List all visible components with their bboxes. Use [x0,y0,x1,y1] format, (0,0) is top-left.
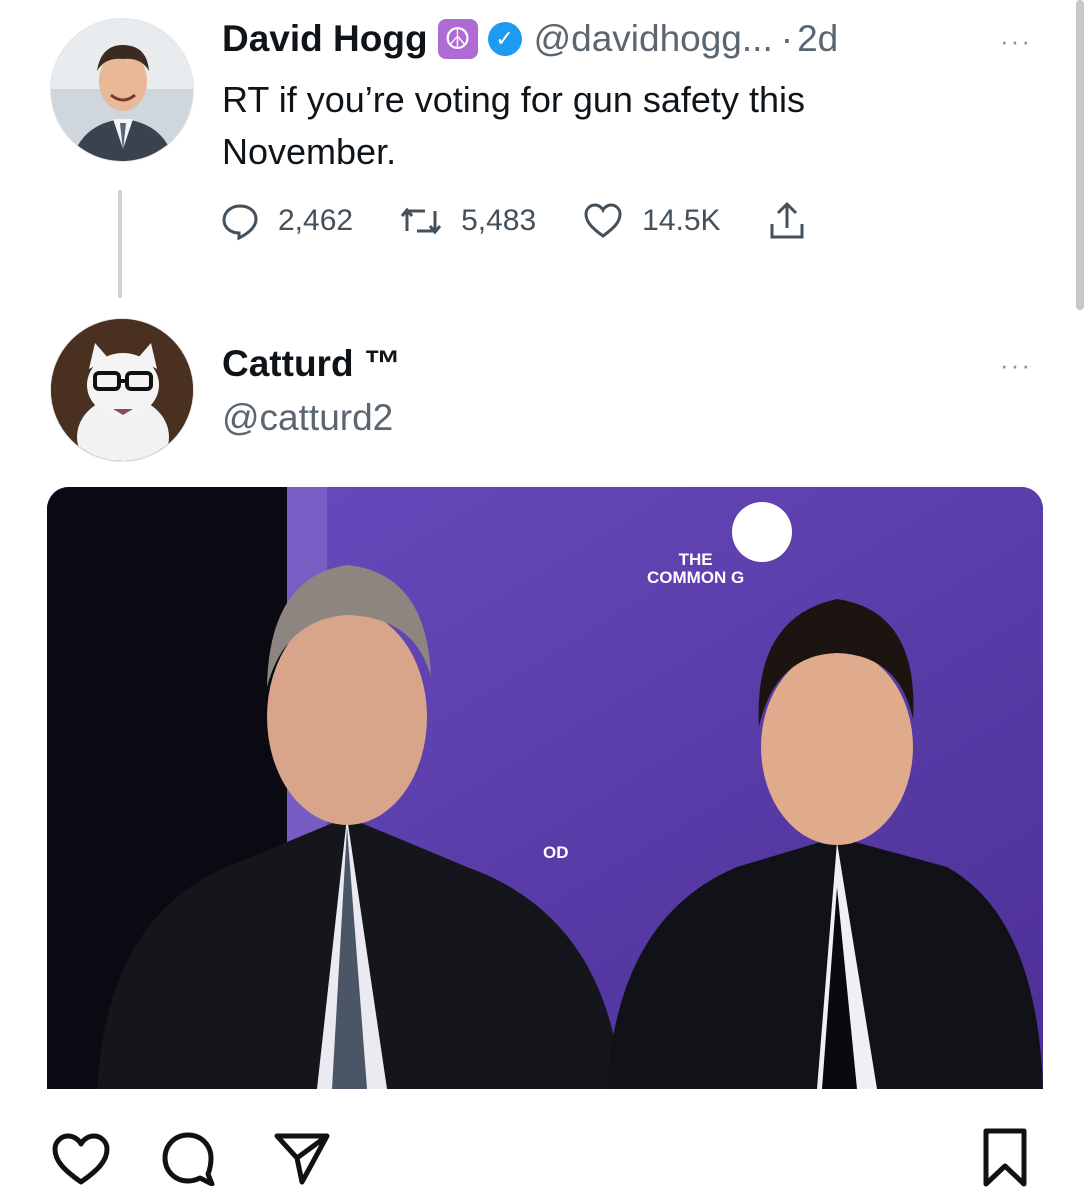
reply-count: 2,462 [278,204,354,237]
author-handle[interactable]: @catturd2 [222,397,393,439]
tweet-photo[interactable]: THE COMMON G OD [47,487,1043,1089]
backdrop-logo-text: THE COMMON G [647,551,744,587]
photo-illustration [47,487,1043,1089]
heart-icon [584,203,622,238]
share-icon [770,201,804,239]
retweet-count: 5,483 [461,204,537,237]
bookmark-icon[interactable] [980,1126,1030,1190]
heart-icon[interactable] [50,1132,112,1188]
tweet2-header: Catturd ™ [222,343,401,385]
retweet-icon [400,207,442,235]
send-icon[interactable] [272,1130,332,1186]
tweet-text-line: November. [222,131,397,172]
share-button[interactable] [767,200,807,242]
backdrop-logo-line: COMMON G [647,568,745,587]
tweet-time[interactable]: 2d [797,18,838,60]
backdrop-lower-text: OD [543,843,569,862]
comment-icon[interactable] [160,1130,216,1186]
author-handle[interactable]: @davidhogg... [534,18,773,60]
reply-button[interactable]: 2,462 [220,201,353,241]
peace-sign-icon: ☮ [437,19,478,59]
like-button[interactable]: 14.5K [582,201,721,241]
reply-icon [222,204,258,241]
backdrop-logo-line: THE [678,550,713,569]
tweet1-header: David Hogg ☮ ✓ @davidhogg... · 2d [222,18,838,60]
retweet-button[interactable]: 5,483 [399,201,536,241]
scrollbar[interactable] [1076,0,1084,310]
more-options-icon[interactable]: ··· [1000,350,1032,381]
time-separator: · [780,18,794,59]
avatar-david-hogg[interactable] [50,18,194,162]
avatar-catturd[interactable] [50,318,194,462]
like-count: 14.5K [642,204,721,237]
thread-connector-line [118,190,122,298]
tweet-text: RT if you’re voting for gun safety this … [222,74,805,178]
tweet-text-line: RT if you’re voting for gun safety this [222,79,805,120]
more-options-icon[interactable]: ··· [1000,26,1032,57]
verified-badge-icon: ✓ [487,22,522,56]
tweet-actions: 2,462 5,483 14.5K [220,200,853,242]
author-name[interactable]: David Hogg [222,18,428,60]
author-name[interactable]: Catturd ™ [222,343,401,385]
